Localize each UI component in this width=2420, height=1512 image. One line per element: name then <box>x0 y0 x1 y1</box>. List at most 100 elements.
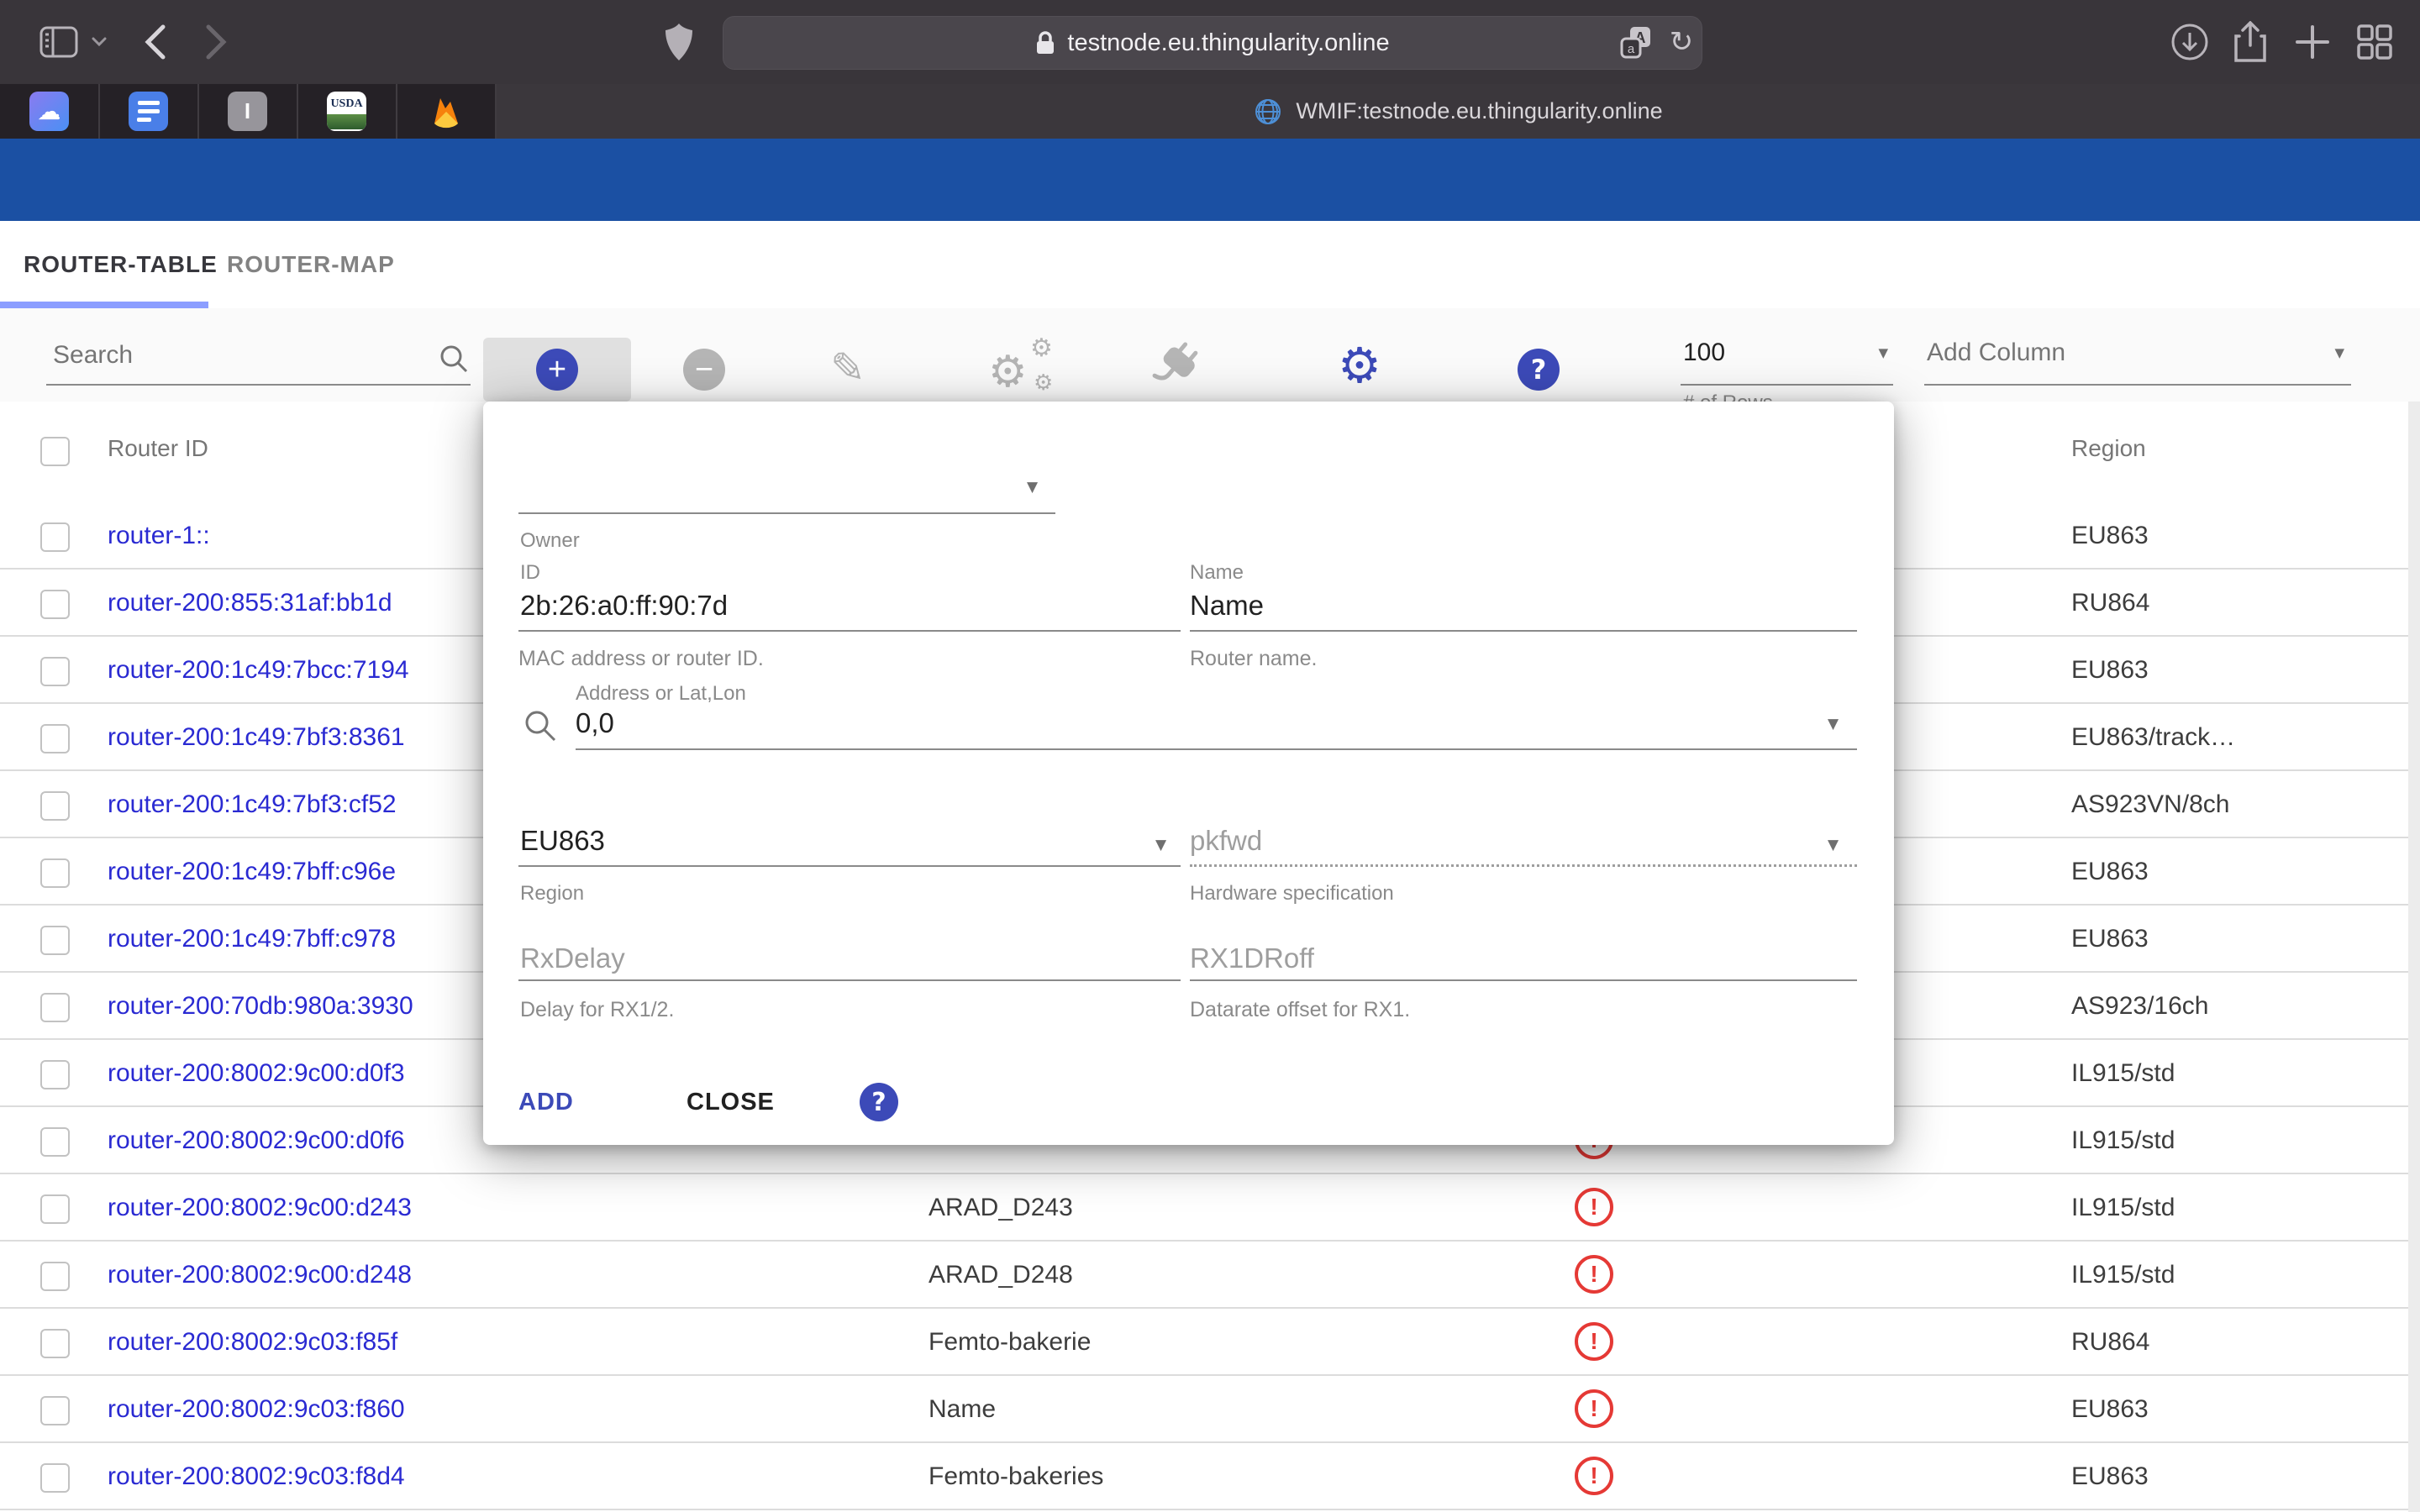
chevron-down-icon[interactable] <box>87 0 112 84</box>
router-id-link[interactable]: router-200:8002:9c03:f860 <box>108 1395 405 1424</box>
router-id-link[interactable]: router-1:: <box>108 522 210 550</box>
pinned-tab-docs[interactable] <box>129 92 168 131</box>
router-name: Name <box>929 1395 996 1424</box>
warning-icon[interactable]: ! <box>1575 1255 1613 1294</box>
search-icon <box>439 344 469 374</box>
active-tab-indicator <box>0 302 208 308</box>
row-checkbox[interactable] <box>40 1329 70 1358</box>
router-region: RU864 <box>2071 1328 2149 1357</box>
question-circle-icon[interactable]: ? <box>1518 349 1560 391</box>
router-id-link[interactable]: router-200:8002:9c03:f8d4 <box>108 1462 405 1491</box>
router-region: IL915/std <box>2071 1261 2175 1289</box>
id-helper: MAC address or router ID. <box>518 647 764 671</box>
router-id-link[interactable]: router-200:70db:980a:3930 <box>108 992 413 1021</box>
search-field[interactable] <box>46 325 471 386</box>
address-label: Address or Lat,Lon <box>576 682 746 706</box>
address-input[interactable]: 0,0 <box>576 707 614 739</box>
active-tab[interactable]: WMIF:testnode.eu.thingularity.online <box>497 84 2420 139</box>
warning-icon[interactable]: ! <box>1575 1389 1613 1428</box>
shield-icon[interactable] <box>659 0 699 84</box>
rx1droff-input[interactable]: RX1DRoff <box>1190 942 1314 974</box>
row-checkbox[interactable] <box>40 1262 70 1291</box>
pinned-tab-firebase[interactable] <box>426 92 466 131</box>
warning-icon[interactable]: ! <box>1575 1188 1613 1226</box>
hardware-select[interactable]: pkfwd <box>1190 825 1262 857</box>
warning-icon[interactable]: ! <box>1575 1457 1613 1495</box>
router-id-link[interactable]: router-200:8002:9c00:d0f6 <box>108 1126 405 1155</box>
search-input[interactable] <box>51 340 424 370</box>
router-region: RU864 <box>2071 589 2149 617</box>
select-all-checkbox[interactable] <box>40 437 70 466</box>
row-checkbox[interactable] <box>40 1060 70 1089</box>
add-column-select[interactable]: Add Column ▼ <box>1924 325 2351 386</box>
rxdelay-input[interactable]: RxDelay <box>520 942 625 974</box>
icloud-cloud-icon: ☁ <box>38 97 61 125</box>
router-id-link[interactable]: router-200:8002:9c00:d248 <box>108 1261 412 1289</box>
name-input[interactable]: Name <box>1190 590 1264 622</box>
row-checkbox[interactable] <box>40 590 70 619</box>
chevron-down-icon: ▼ <box>1828 716 1839 732</box>
router-region: IL915/std <box>2071 1126 2175 1155</box>
add-button[interactable]: ADD <box>518 1089 574 1116</box>
plus-circle-icon[interactable]: + <box>536 349 578 391</box>
sidebar-toggle-icon[interactable] <box>34 0 84 84</box>
browser-titlebar: testnode.eu.thingularity.online A a ↻ <box>0 0 2420 84</box>
router-name: Femto-bakeries <box>929 1462 1103 1491</box>
pinned-tab-letter[interactable]: I <box>228 92 267 131</box>
gears-icon[interactable]: ⚙ ⚙ ⚙ <box>988 333 1069 401</box>
address-bar[interactable]: testnode.eu.thingularity.online <box>723 16 1702 70</box>
close-button[interactable]: CLOSE <box>687 1089 775 1116</box>
view-tabs: ROUTER-TABLE ROUTER-MAP <box>0 221 2420 308</box>
share-icon[interactable] <box>2227 0 2274 84</box>
router-id-link[interactable]: router-200:1c49:7bff:c978 <box>108 925 396 953</box>
row-checkbox[interactable] <box>40 926 70 955</box>
row-checkbox[interactable] <box>40 1396 70 1425</box>
tab-overview-icon[interactable] <box>2351 0 2398 84</box>
region-select[interactable]: EU863 <box>520 825 605 857</box>
router-id-link[interactable]: router-200:855:31af:bb1d <box>108 589 392 617</box>
row-checkbox[interactable] <box>40 1463 70 1493</box>
plug-icon[interactable] <box>1150 339 1203 396</box>
row-checkbox[interactable] <box>40 522 70 552</box>
chevron-down-icon: ▼ <box>1828 837 1839 853</box>
router-id-link[interactable]: router-200:8002:9c03:f85f <box>108 1328 397 1357</box>
row-checkbox[interactable] <box>40 724 70 753</box>
download-icon[interactable] <box>2166 0 2213 84</box>
row-checkbox[interactable] <box>40 791 70 821</box>
tab-router-table[interactable]: ROUTER-TABLE <box>24 221 218 308</box>
router-id-link[interactable]: router-200:1c49:7bf3:8361 <box>108 723 405 752</box>
pinned-tab-icloud[interactable]: ☁ <box>29 92 69 131</box>
question-circle-icon[interactable]: ? <box>860 1083 898 1121</box>
pinned-tab-usda[interactable]: USDA <box>327 92 366 131</box>
router-id-link[interactable]: router-200:8002:9c00:d0f3 <box>108 1059 405 1088</box>
pencil-icon[interactable]: ✎ <box>830 344 865 392</box>
owner-select[interactable] <box>518 512 1055 514</box>
lock-icon <box>1035 30 1055 55</box>
router-id-link[interactable]: router-200:8002:9c00:d243 <box>108 1194 412 1222</box>
router-id-link[interactable]: router-200:1c49:7bf3:cf52 <box>108 790 397 819</box>
router-id-link[interactable]: router-200:1c49:7bff:c96e <box>108 858 396 886</box>
minus-circle-icon[interactable]: − <box>683 349 725 391</box>
screen: testnode.eu.thingularity.online A a ↻ <box>0 0 2420 1512</box>
router-region: IL915/std <box>2071 1194 2175 1222</box>
new-tab-icon[interactable] <box>2289 0 2336 84</box>
forward-icon[interactable] <box>195 0 237 84</box>
row-checkbox[interactable] <box>40 657 70 686</box>
back-icon[interactable] <box>134 0 176 84</box>
scrollbar[interactable] <box>2408 402 2420 1512</box>
row-checkbox[interactable] <box>40 993 70 1022</box>
row-checkbox[interactable] <box>40 1127 70 1157</box>
gear-icon[interactable]: ⚙ <box>1338 337 1381 394</box>
rows-per-page-select[interactable]: 100 ▼ <box>1681 325 1893 386</box>
warning-icon[interactable]: ! <box>1575 1322 1613 1361</box>
router-id-link[interactable]: router-200:1c49:7bcc:7194 <box>108 656 409 685</box>
id-input[interactable]: 2b:26:a0:ff:90:7d <box>520 590 728 622</box>
rxdelay-helper: Delay for RX1/2. <box>520 998 674 1022</box>
row-checkbox[interactable] <box>40 858 70 888</box>
tab-router-map[interactable]: ROUTER-MAP <box>227 221 395 308</box>
table-row: router-200:8002:9c00:d248ARAD_D248!IL915… <box>0 1242 2420 1309</box>
row-checkbox[interactable] <box>40 1194 70 1224</box>
translate-icon[interactable]: A a <box>1615 0 1659 84</box>
hardware-label: Hardware specification <box>1190 882 1394 906</box>
reload-icon[interactable]: ↻ <box>1660 0 1703 84</box>
